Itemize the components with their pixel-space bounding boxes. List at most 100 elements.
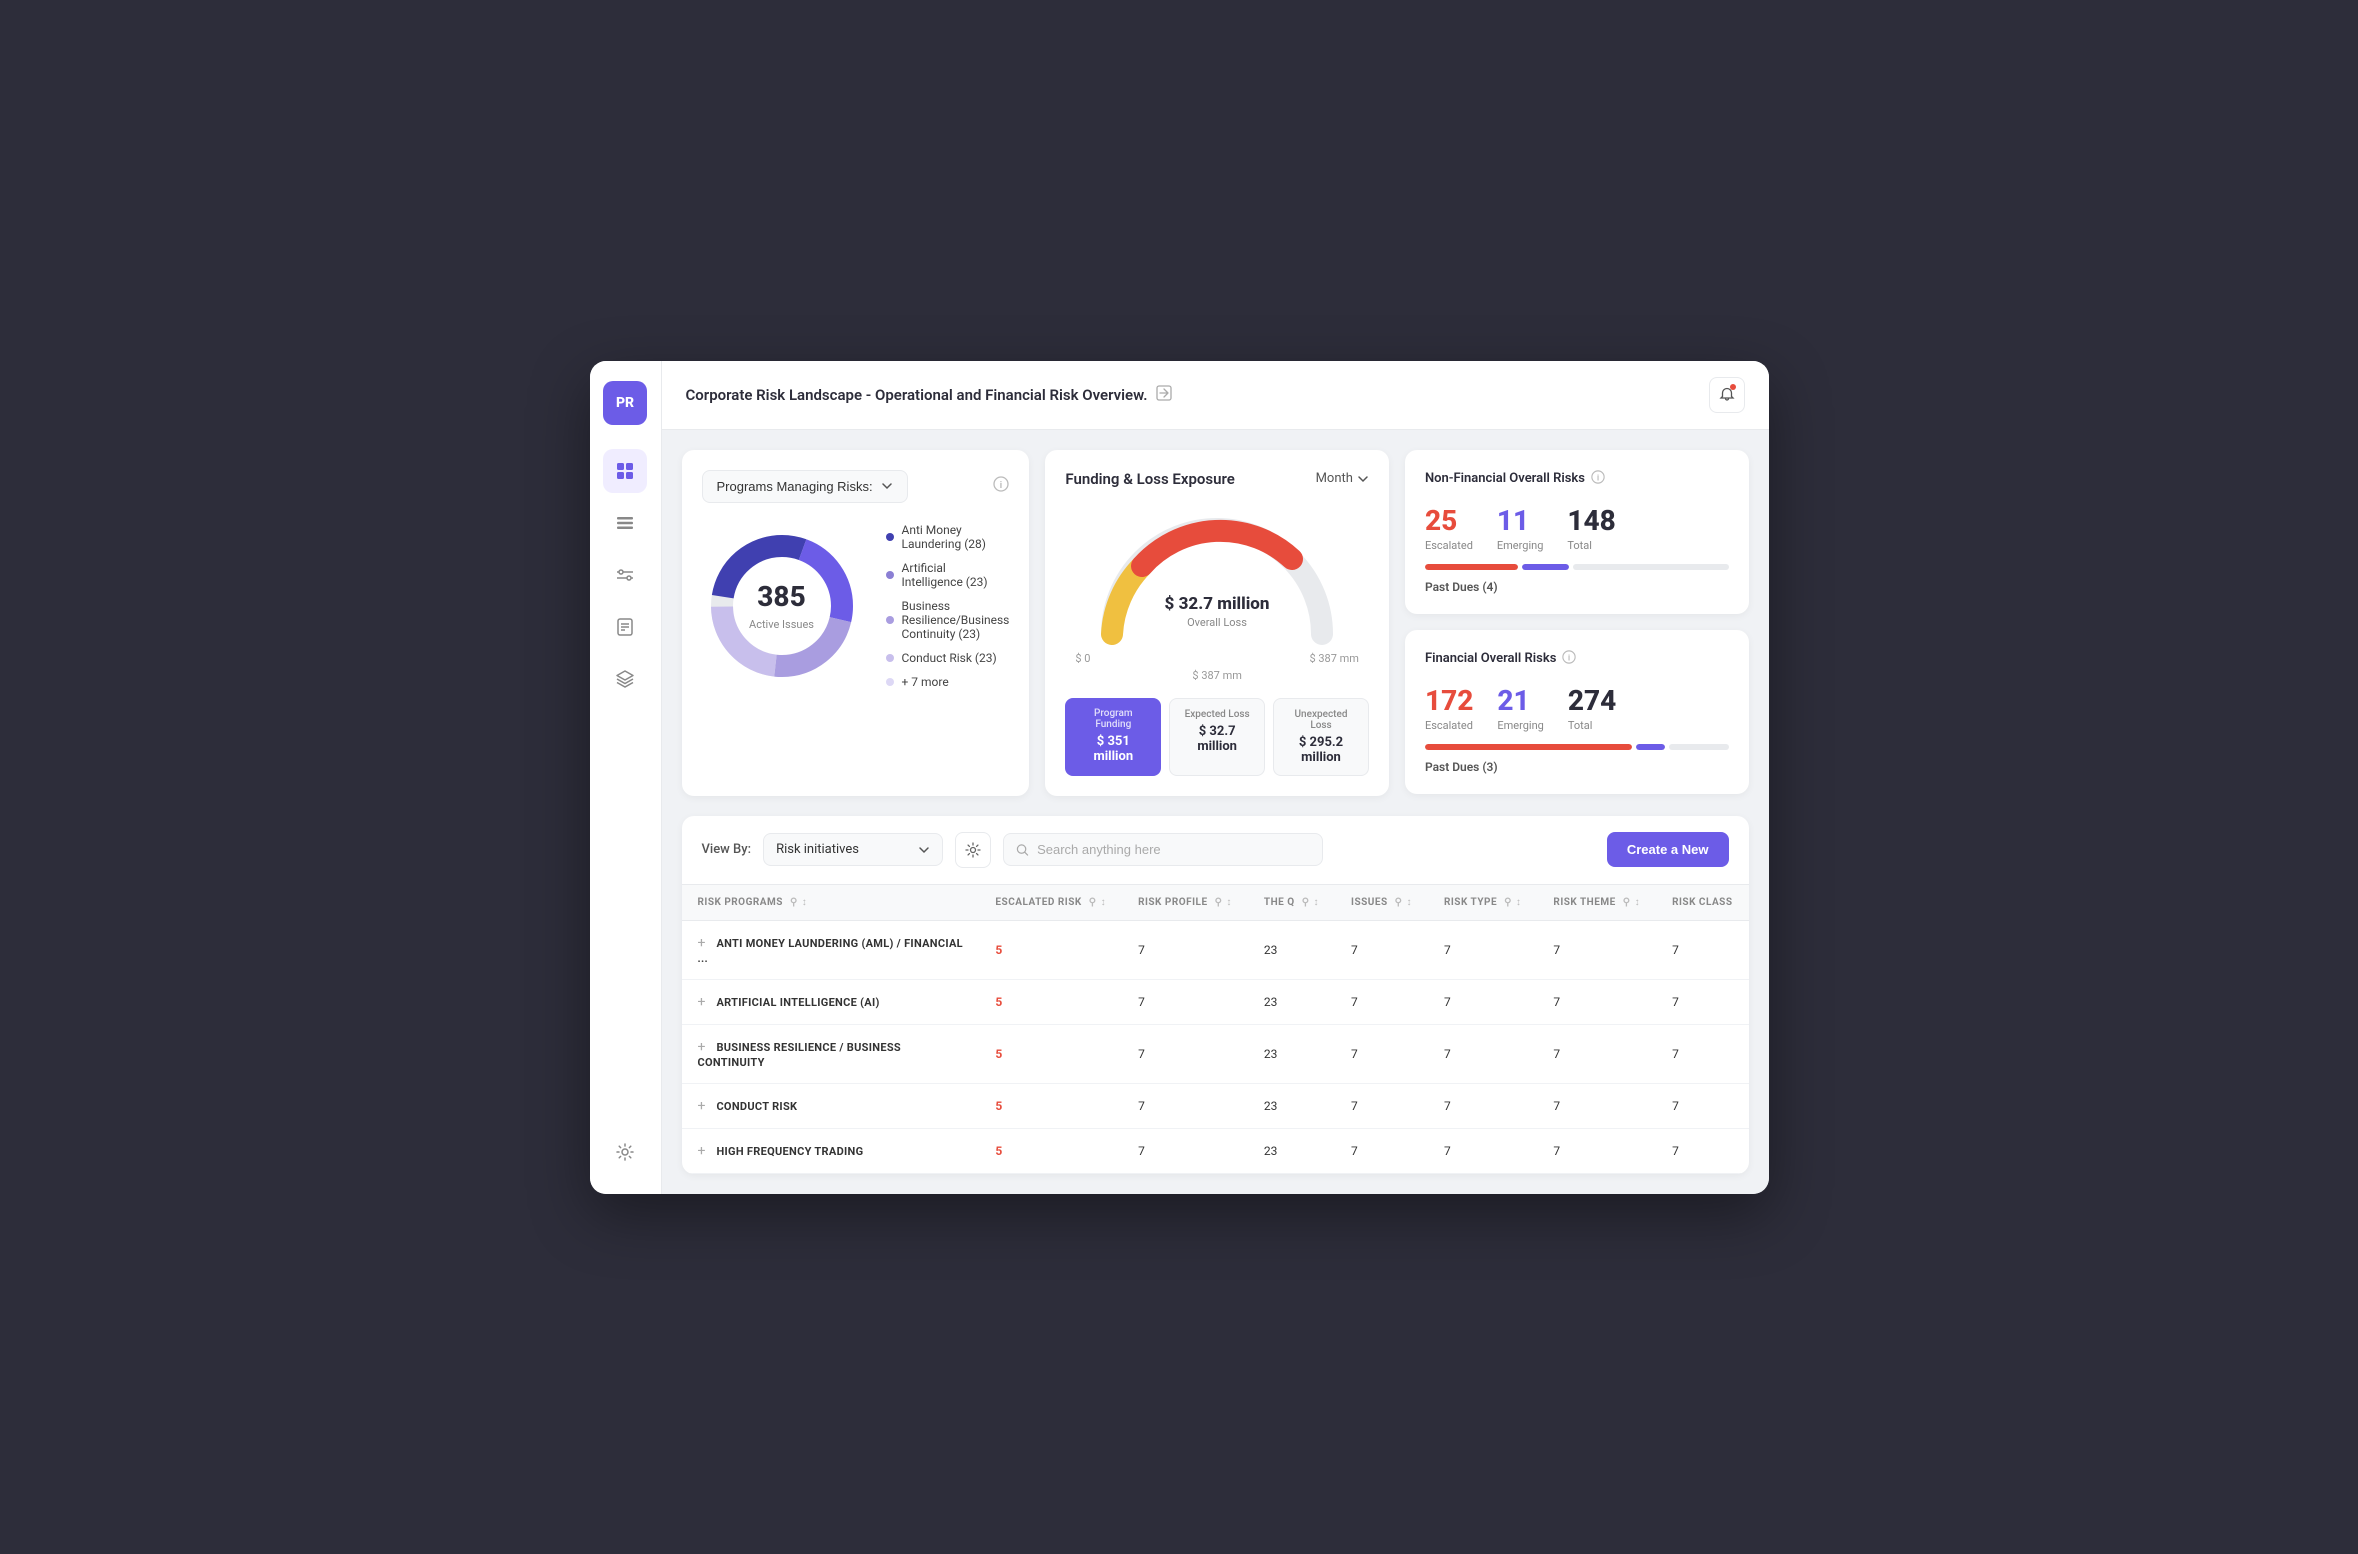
td-risk-theme: 7 — [1537, 1024, 1656, 1083]
programs-dropdown[interactable]: Programs Managing Risks: — [702, 470, 908, 503]
td-the-q: 23 — [1248, 1024, 1335, 1083]
export-icon[interactable] — [1156, 385, 1172, 405]
td-program-name: + HIGH FREQUENCY TRADING — [682, 1128, 980, 1173]
fin-emerging-stat: 21 Emerging — [1497, 684, 1543, 732]
row-expand-icon[interactable]: + — [698, 1143, 706, 1159]
td-issues: 7 — [1335, 979, 1428, 1024]
td-escalated: 5 — [979, 979, 1122, 1024]
data-table: RISK PROGRAMS ⚲ ↕ ESCALATED RISK ⚲ — [682, 885, 1749, 1174]
search-col-icon[interactable]: ⚲ — [1302, 897, 1310, 908]
program-funding-box: Program Funding $ 351 million — [1065, 698, 1161, 776]
sort-col-icon[interactable]: ↕ — [1314, 897, 1320, 908]
search-box[interactable] — [1003, 833, 1323, 866]
td-risk-profile: 7 — [1122, 979, 1248, 1024]
sort-col-icon[interactable]: ↕ — [802, 897, 808, 908]
main-content: Corporate Risk Landscape - Operational a… — [662, 361, 1769, 1194]
funding-boxes: Program Funding $ 351 million Expected L… — [1065, 698, 1369, 776]
list-item: Conduct Risk (23) — [886, 651, 1010, 665]
td-the-q: 23 — [1248, 1128, 1335, 1173]
view-dropdown[interactable]: Risk initiatives — [763, 833, 943, 866]
td-issues: 7 — [1335, 1024, 1428, 1083]
sort-col-icon[interactable]: ↕ — [1101, 897, 1107, 908]
legend-dot-conduct — [886, 654, 894, 662]
fin-escalated-bar-fill — [1425, 744, 1632, 750]
expected-loss-box: Expected Loss $ 32.7 million — [1169, 698, 1265, 776]
fin-total-stat: 274 Total — [1568, 684, 1616, 732]
notification-button[interactable] — [1709, 377, 1745, 413]
programs-card-header: Programs Managing Risks: i — [702, 470, 1010, 503]
td-escalated: 5 — [979, 1128, 1122, 1173]
gauge-labels: $ 0 $ 387 mm — [1065, 652, 1369, 665]
td-program-name: + ANTI MONEY LAUNDERING (AML) / FINANCIA… — [682, 920, 980, 979]
legend-dot-ai — [886, 571, 894, 579]
search-icon — [1016, 843, 1029, 857]
td-risk-profile: 7 — [1122, 1128, 1248, 1173]
td-the-q: 23 — [1248, 920, 1335, 979]
financial-past-dues: Past Dues (3) — [1425, 760, 1729, 774]
td-risk-theme: 7 — [1537, 1128, 1656, 1173]
sidebar-item-settings[interactable] — [603, 1130, 647, 1174]
fin-total-bar-track — [1669, 744, 1728, 750]
sidebar-item-dashboard[interactable] — [603, 449, 647, 493]
non-financial-header: Non-Financial Overall Risks i — [1425, 470, 1729, 488]
row-expand-icon[interactable]: + — [698, 935, 706, 951]
financial-info-icon[interactable]: i — [1562, 650, 1576, 668]
financial-card: Financial Overall Risks i 172 Escalated — [1405, 630, 1749, 794]
non-financial-progress-bars — [1425, 564, 1729, 570]
col-risk-theme: RISK THEME ⚲ ↕ — [1537, 885, 1656, 921]
td-risk-type: 7 — [1428, 1128, 1537, 1173]
top-bar: Corporate Risk Landscape - Operational a… — [662, 361, 1769, 430]
col-issues: ISSUES ⚲ ↕ — [1335, 885, 1428, 921]
col-the-q: THE Q ⚲ ↕ — [1248, 885, 1335, 921]
sort-col-icon[interactable]: ↕ — [1406, 897, 1412, 908]
non-financial-info-icon[interactable]: i — [1591, 470, 1605, 488]
search-col-icon[interactable]: ⚲ — [1395, 897, 1403, 908]
financial-numbers: 172 Escalated 21 Emerging 274 Total — [1425, 684, 1729, 732]
sidebar-item-documents[interactable] — [603, 605, 647, 649]
create-new-button[interactable]: Create a New — [1607, 832, 1729, 867]
sort-col-icon[interactable]: ↕ — [1226, 897, 1232, 908]
fin-emerging-bar-fill — [1636, 744, 1666, 750]
sort-col-icon[interactable]: ↕ — [1516, 897, 1522, 908]
financial-progress-bars — [1425, 744, 1729, 750]
sidebar-item-list[interactable] — [603, 501, 647, 545]
table-row: + ANTI MONEY LAUNDERING (AML) / FINANCIA… — [682, 920, 1749, 979]
search-col-icon[interactable]: ⚲ — [1215, 897, 1223, 908]
non-financial-card: Non-Financial Overall Risks i 25 Escalat… — [1405, 450, 1749, 614]
fin-escalated-stat: 172 Escalated — [1425, 684, 1473, 732]
escalated-bar-fill — [1425, 564, 1518, 570]
td-risk-profile: 7 — [1122, 1083, 1248, 1128]
table-settings-button[interactable] — [955, 832, 991, 868]
row-expand-icon[interactable]: + — [698, 1098, 706, 1114]
search-col-icon[interactable]: ⚲ — [1089, 897, 1097, 908]
col-escalated-risk: ESCALATED RISK ⚲ ↕ — [979, 885, 1122, 921]
programs-info-icon[interactable]: i — [993, 476, 1009, 496]
td-issues: 7 — [1335, 1083, 1428, 1128]
funding-title: Funding & Loss Exposure — [1065, 470, 1234, 488]
period-dropdown[interactable]: Month — [1316, 471, 1369, 486]
td-risk-class: 7 — [1656, 920, 1748, 979]
gauge-chart: $ 32.7 million Overall Loss — [1065, 504, 1369, 644]
svg-text:i: i — [1000, 481, 1002, 491]
table-body: + ANTI MONEY LAUNDERING (AML) / FINANCIA… — [682, 920, 1749, 1173]
view-by-label: View By: — [702, 842, 752, 857]
td-risk-class: 7 — [1656, 979, 1748, 1024]
sort-col-icon[interactable]: ↕ — [1635, 897, 1641, 908]
row-expand-icon[interactable]: + — [698, 1039, 706, 1055]
risk-summary-column: Non-Financial Overall Risks i 25 Escalat… — [1405, 450, 1749, 796]
sidebar-item-stack[interactable] — [603, 657, 647, 701]
table-row: + ARTIFICIAL INTELLIGENCE (AI) 5 7 23 7 … — [682, 979, 1749, 1024]
sidebar-item-filter[interactable] — [603, 553, 647, 597]
notification-dot — [1730, 384, 1736, 390]
search-col-icon[interactable]: ⚲ — [1623, 897, 1631, 908]
search-col-icon[interactable]: ⚲ — [790, 897, 798, 908]
td-program-name: + CONDUCT RISK — [682, 1083, 980, 1128]
td-escalated: 5 — [979, 920, 1122, 979]
row-expand-icon[interactable]: + — [698, 994, 706, 1010]
fin-escalated-bar-track — [1425, 744, 1632, 750]
search-col-icon[interactable]: ⚲ — [1504, 897, 1512, 908]
col-risk-class: RISK CLASS — [1656, 885, 1748, 921]
list-item: Anti Money Laundering (28) — [886, 523, 1010, 551]
search-input[interactable] — [1037, 842, 1310, 857]
col-risk-profile: RISK PROFILE ⚲ ↕ — [1122, 885, 1248, 921]
